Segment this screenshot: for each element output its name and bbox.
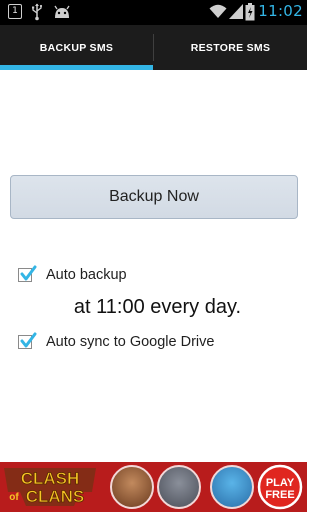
auto-sync-checkbox[interactable] (18, 332, 37, 349)
ad-character-wizard (110, 465, 154, 509)
wifi-icon (209, 4, 227, 18)
selected-tab-indicator (0, 65, 153, 70)
usb-icon (32, 3, 43, 21)
clock: 11:02 (258, 2, 303, 20)
ad-character-knight (157, 465, 201, 509)
backup-schedule-text[interactable]: at 11:00 every day. (0, 296, 307, 319)
android-debug-icon (54, 5, 70, 18)
auto-backup-label: Auto backup (46, 267, 127, 283)
ad-banner[interactable]: CLASH of CLANS PLAY FREE (0, 462, 307, 512)
backup-now-label: Backup Now (109, 188, 199, 205)
tab-backup-sms-label: BACKUP SMS (39, 41, 114, 54)
ad-cta-line1: PLAY (266, 477, 295, 489)
play-free-button[interactable]: PLAY FREE (257, 464, 303, 510)
tab-bar: BACKUP SMS RESTORE SMS (0, 25, 307, 70)
auto-sync-option[interactable]: Auto sync to Google Drive (17, 332, 214, 352)
auto-backup-checkbox[interactable] (18, 265, 37, 282)
backup-now-button[interactable]: Backup Now (10, 175, 298, 219)
auto-backup-option[interactable]: Auto backup (17, 265, 127, 285)
ad-character-dragon (210, 465, 254, 509)
notification-icon: 1 (8, 4, 22, 19)
checkmark-icon (20, 332, 37, 348)
tab-restore-sms-label: RESTORE SMS (190, 41, 271, 54)
battery-icon (245, 3, 255, 21)
ad-logo-line1: CLASH (21, 469, 80, 488)
tab-backup-sms[interactable]: BACKUP SMS (0, 25, 153, 70)
ad-logo-line3: CLANS (26, 487, 85, 506)
tab-restore-sms[interactable]: RESTORE SMS (154, 25, 307, 70)
notification-count: 1 (12, 6, 18, 16)
ad-cta-line2: FREE (265, 489, 294, 501)
ad-logo-line2: of (9, 492, 19, 503)
signal-icon (229, 4, 243, 19)
checkmark-icon (20, 265, 37, 281)
status-bar: 1 11:02 (0, 0, 307, 25)
clash-of-clans-logo: CLASH of CLANS (4, 468, 96, 506)
auto-sync-label: Auto sync to Google Drive (46, 334, 215, 350)
